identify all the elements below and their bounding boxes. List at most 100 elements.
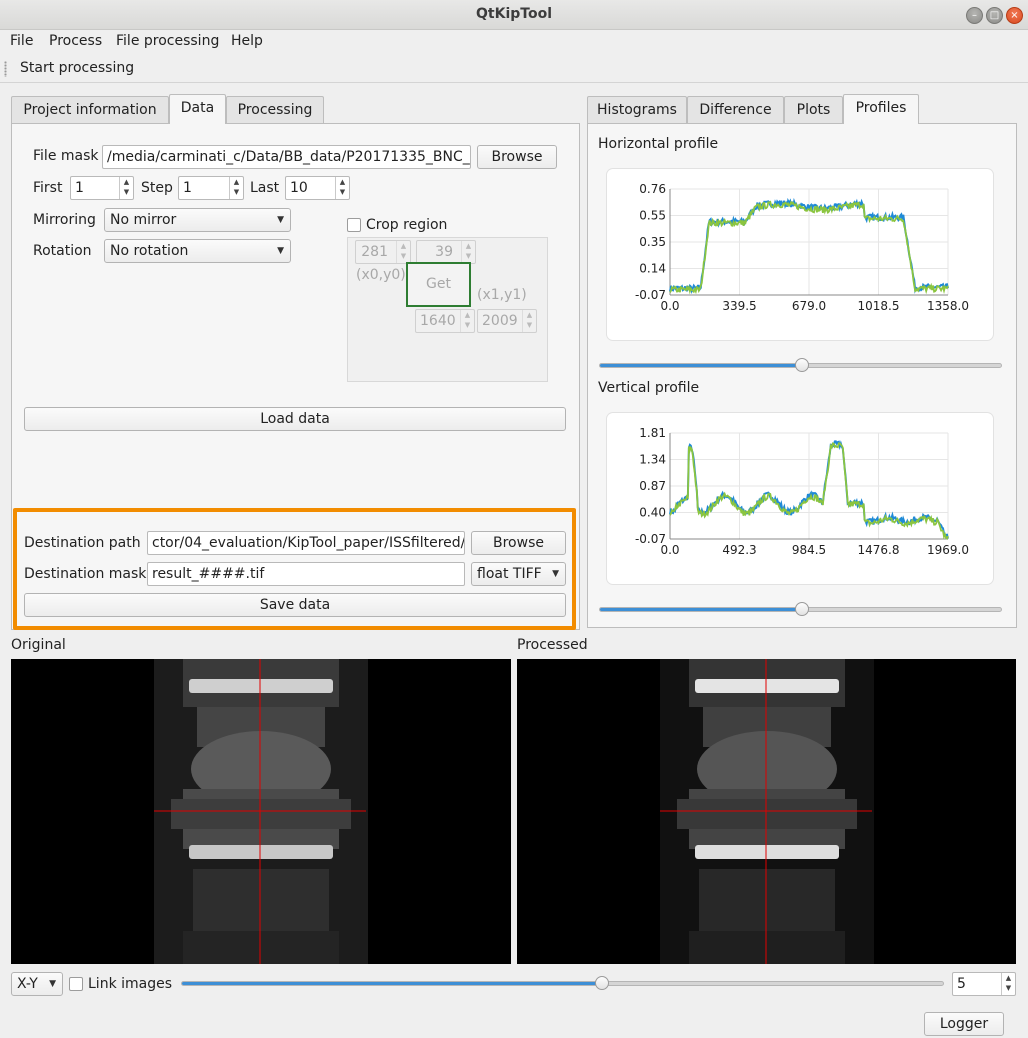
original-image-view[interactable] <box>11 659 511 964</box>
menu-process[interactable]: Process <box>49 33 102 49</box>
chevron-down-icon: ▼ <box>277 215 284 225</box>
menu-file[interactable]: File <box>10 33 33 49</box>
menu-bar: File Process File processing Help <box>0 30 1028 54</box>
spin-arrows-icon[interactable]: ▲ ▼ <box>229 177 243 199</box>
x1y1-label: (x1,y1) <box>477 287 527 303</box>
start-processing-button[interactable]: Start processing <box>20 60 134 76</box>
horizontal-xtick-label: 339.5 <box>722 299 756 313</box>
spin-arrows-icon: ▲ ▼ <box>396 241 410 263</box>
rotation-value: No rotation <box>110 243 189 259</box>
crop-y1-spinbox[interactable]: 2009 ▲ ▼ <box>477 309 537 333</box>
slider-handle[interactable] <box>794 602 809 616</box>
processed-image-view[interactable] <box>517 659 1016 964</box>
toolbar-grip-icon[interactable] <box>4 61 7 77</box>
tab-project-information[interactable]: Project information <box>11 96 169 124</box>
vertical-ytick-label: 0.40 <box>639 506 666 520</box>
horizontal-xtick-label: 0.0 <box>660 299 679 313</box>
vertical-xtick-label: 0.0 <box>660 543 679 557</box>
processed-radiograph-image <box>660 659 874 964</box>
chevron-down-icon: ▼ <box>552 569 559 579</box>
crop-y1-value: 2009 <box>482 313 518 329</box>
vertical-ytick-label: 1.34 <box>639 453 666 467</box>
vertical-profile-title: Vertical profile <box>598 380 700 396</box>
tab-plots[interactable]: Plots <box>784 96 843 124</box>
tab-processing[interactable]: Processing <box>226 96 324 124</box>
destination-mask-label: Destination mask <box>24 566 147 582</box>
rotation-combo[interactable]: No rotation ▼ <box>104 239 291 263</box>
slice-slider[interactable] <box>181 976 944 990</box>
vertical-ytick-label: 1.81 <box>639 426 666 440</box>
file-mask-input[interactable]: /media/carminati_c/Data/BB_data/P2017133… <box>102 145 471 169</box>
horizontal-profile-slider[interactable] <box>599 358 1002 372</box>
slice-value: 5 <box>957 976 966 992</box>
horizontal-xtick-label: 679.0 <box>792 299 826 313</box>
link-images-checkbox[interactable] <box>69 977 83 991</box>
crop-y0-value: 39 <box>435 244 453 260</box>
load-data-button[interactable]: Load data <box>24 407 566 431</box>
destination-path-input[interactable]: ctor/04_evaluation/KipTool_paper/ISSfilt… <box>147 531 465 555</box>
plane-combo[interactable]: X-Y ▼ <box>11 972 63 996</box>
spin-arrows-icon: ▲ ▼ <box>522 310 536 332</box>
rotation-label: Rotation <box>33 243 92 259</box>
crop-x1-value: 1640 <box>420 313 456 329</box>
maximize-icon[interactable]: □ <box>986 7 1003 24</box>
vertical-profile-slider[interactable] <box>599 602 1002 616</box>
destination-browse-button[interactable]: Browse <box>471 531 566 555</box>
mirroring-combo[interactable]: No mirror ▼ <box>104 208 291 232</box>
tab-data[interactable]: Data <box>169 94 226 124</box>
title-bar: QtKipTool – □ × <box>0 0 1028 30</box>
slider-fill <box>182 982 602 985</box>
vertical-xtick-label: 984.5 <box>792 543 826 557</box>
crop-x1-spinbox[interactable]: 1640 ▲ ▼ <box>415 309 475 333</box>
mirroring-label: Mirroring <box>33 212 96 228</box>
last-spinbox[interactable]: 10 ▲ ▼ <box>285 176 350 200</box>
horizontal-xtick-label: 1018.5 <box>858 299 900 313</box>
crop-x0-value: 281 <box>361 244 388 260</box>
crop-region-label: Crop region <box>366 217 448 233</box>
horizontal-profile-title: Horizontal profile <box>598 136 719 152</box>
file-format-value: float TIFF <box>477 566 542 582</box>
spin-arrows-icon: ▲ ▼ <box>461 241 475 263</box>
first-spinbox[interactable]: 1 ▲ ▼ <box>70 176 134 200</box>
slider-fill <box>600 608 802 611</box>
slider-handle[interactable] <box>594 976 609 990</box>
slider-handle[interactable] <box>794 358 809 372</box>
menu-help[interactable]: Help <box>231 33 263 49</box>
vertical-xtick-label: 1476.8 <box>858 543 900 557</box>
file-mask-label: File mask <box>33 148 99 164</box>
step-label: Step <box>141 180 173 196</box>
vertical-ytick-label: 0.87 <box>639 479 666 493</box>
window-title: QtKipTool <box>476 6 552 22</box>
close-icon[interactable]: × <box>1006 7 1023 24</box>
logger-button[interactable]: Logger <box>924 1012 1004 1036</box>
tab-profiles[interactable]: Profiles <box>843 94 919 124</box>
spin-arrows-icon: ▲ ▼ <box>460 310 474 332</box>
destination-mask-input[interactable]: result_####.tif <box>147 562 465 586</box>
crop-x0-spinbox[interactable]: 281 ▲ ▼ <box>355 240 411 264</box>
file-mask-browse-button[interactable]: Browse <box>477 145 557 169</box>
save-data-button[interactable]: Save data <box>24 593 566 617</box>
original-label: Original <box>11 637 66 653</box>
link-images-label: Link images <box>88 976 173 992</box>
file-format-combo[interactable]: float TIFF ▼ <box>471 562 566 586</box>
menu-file-processing[interactable]: File processing <box>116 33 219 49</box>
plane-value: X-Y <box>17 976 38 992</box>
spin-arrows-icon[interactable]: ▲ ▼ <box>119 177 133 199</box>
spin-arrows-icon[interactable]: ▲ ▼ <box>1001 973 1015 995</box>
crop-region-checkbox[interactable] <box>347 218 361 232</box>
tab-difference[interactable]: Difference <box>687 96 784 124</box>
toolbar: Start processing <box>0 56 1028 83</box>
first-value: 1 <box>75 180 84 196</box>
minimize-icon[interactable]: – <box>966 7 983 24</box>
slice-spinbox[interactable]: 5 ▲ ▼ <box>952 972 1016 996</box>
chevron-down-icon: ▼ <box>49 979 56 989</box>
vertical-xtick-label: 1969.0 <box>927 543 969 557</box>
get-button[interactable]: Get <box>406 262 471 307</box>
x0y0-label: (x0,y0) <box>356 267 406 283</box>
crop-y0-spinbox[interactable]: 39 ▲ ▼ <box>416 240 476 264</box>
horizontal-ytick-label: 0.35 <box>639 235 666 249</box>
spin-arrows-icon[interactable]: ▲ ▼ <box>335 177 349 199</box>
tab-histograms[interactable]: Histograms <box>587 96 687 124</box>
step-spinbox[interactable]: 1 ▲ ▼ <box>178 176 244 200</box>
original-radiograph-image <box>154 659 368 964</box>
